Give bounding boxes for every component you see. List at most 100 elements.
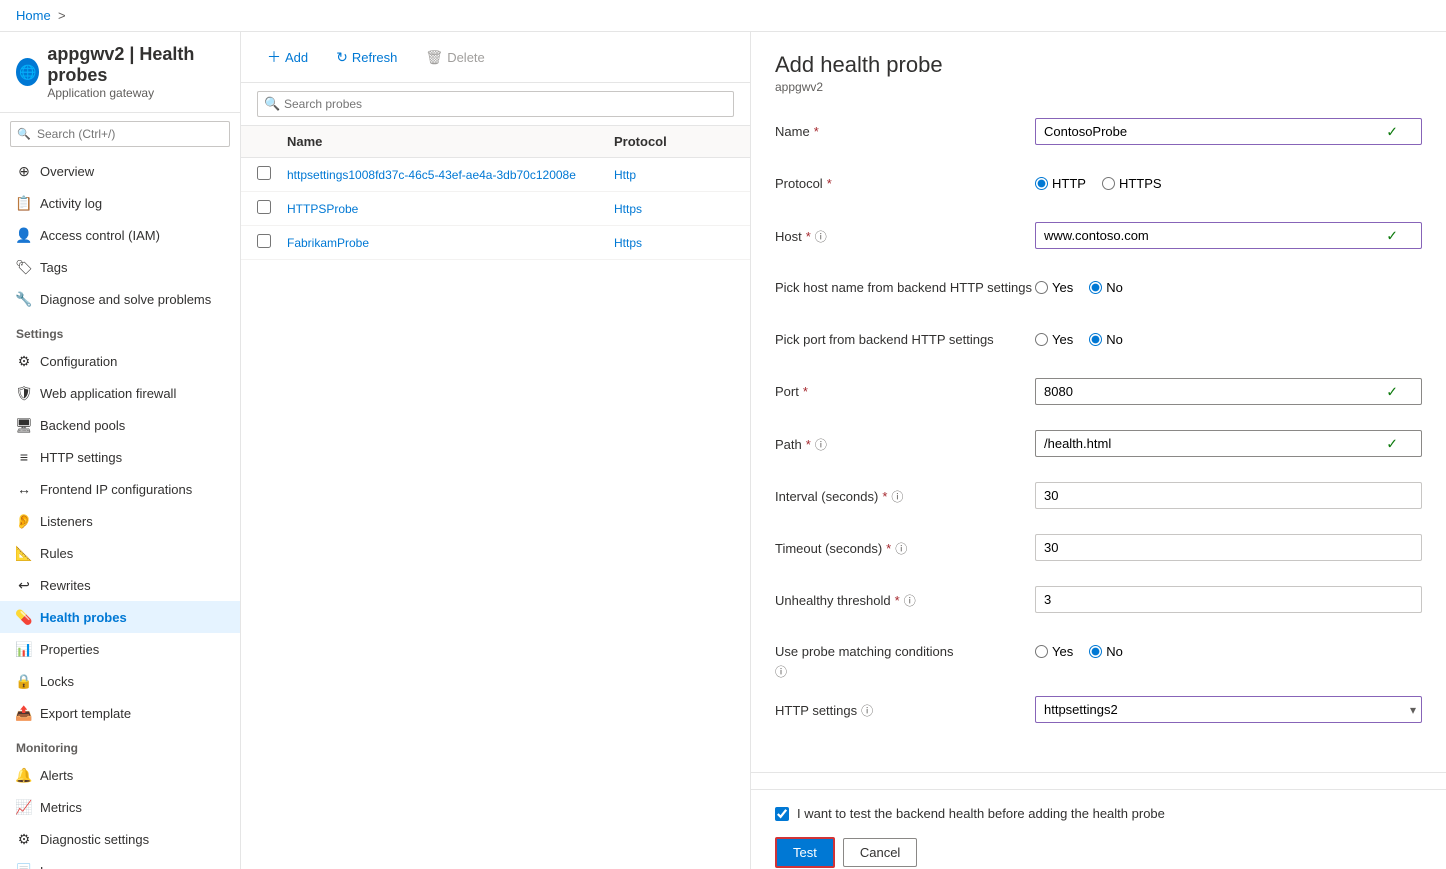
sidebar-item-overview[interactable]: ⊕ Overview [0, 155, 240, 187]
rules-icon: 📐 [16, 545, 32, 561]
form-panel: Add health probe appgwv2 Name * ✓ [751, 32, 1446, 869]
sidebar-item-waf[interactable]: 🛡 Web application firewall [0, 377, 240, 409]
sidebar-item-diagnostic-settings[interactable]: ⚙ Diagnostic settings [0, 823, 240, 855]
probe-name-3[interactable]: FabrikamProbe [287, 236, 369, 250]
port-input[interactable] [1035, 378, 1422, 405]
test-checkbox-label: I want to test the backend health before… [797, 806, 1165, 821]
unhealthy-info-icon: ⓘ [904, 592, 916, 609]
breadcrumb-home[interactable]: Home [16, 8, 51, 23]
probe-name-2[interactable]: HTTPSProbe [287, 202, 358, 216]
diagnose-icon: 🔧 [16, 291, 32, 307]
row-checkbox-1[interactable] [257, 166, 287, 183]
form-row-protocol: Protocol * HTTP HTTPS [775, 170, 1422, 206]
sidebar-item-tags[interactable]: 🏷 Tags [0, 251, 240, 283]
test-button[interactable]: Test [775, 837, 835, 868]
unhealthy-label: Unhealthy threshold * ⓘ [775, 586, 1035, 609]
test-checkbox[interactable] [775, 807, 789, 821]
sidebar-item-health-probes[interactable]: 💊 Health probes [0, 601, 240, 633]
sidebar-nav: ⊕ Overview 📋 Activity log 👤 Access contr… [0, 155, 240, 869]
host-input[interactable] [1035, 222, 1422, 249]
table-row: HTTPSProbe Https [241, 192, 750, 226]
pick-port-label: Pick port from backend HTTP settings [775, 326, 1035, 347]
col-protocol-header: Protocol [614, 134, 734, 149]
delete-icon: 🗑 [425, 49, 443, 66]
form-row-timeout: Timeout (seconds) * ⓘ [775, 534, 1422, 570]
path-label: Path * ⓘ [775, 430, 1035, 453]
content-area: ＋ Add ↻ Refresh 🗑 Delete 🔍 [241, 32, 1446, 869]
pick-host-yes-radio[interactable] [1035, 281, 1048, 294]
protocol-https-option[interactable]: HTTPS [1102, 176, 1162, 191]
probe-matching-no-radio[interactable] [1089, 645, 1102, 658]
properties-icon: 📊 [16, 641, 32, 657]
sidebar-item-logs[interactable]: 📃 Logs [0, 855, 240, 869]
sidebar-item-label: Activity log [40, 196, 102, 211]
pick-port-no-radio[interactable] [1089, 333, 1102, 346]
row-checkbox-2[interactable] [257, 200, 287, 217]
http-settings-label: HTTP settings ⓘ [775, 696, 1035, 719]
protocol-http-option[interactable]: HTTP [1035, 176, 1086, 191]
pick-port-yes-radio[interactable] [1035, 333, 1048, 346]
alerts-icon: 🔔 [16, 767, 32, 783]
toolbar: ＋ Add ↻ Refresh 🗑 Delete [241, 32, 750, 83]
sidebar-item-backend-pools[interactable]: 🖥 Backend pools [0, 409, 240, 441]
table-search-input[interactable] [257, 91, 734, 117]
sidebar-search-input[interactable] [10, 121, 230, 147]
pick-port-yes-option[interactable]: Yes [1035, 332, 1073, 347]
timeout-input[interactable] [1035, 534, 1422, 561]
add-button[interactable]: ＋ Add [257, 42, 318, 72]
sidebar-item-label: Configuration [40, 354, 117, 369]
sidebar-item-listeners[interactable]: 👂 Listeners [0, 505, 240, 537]
unhealthy-input[interactable] [1035, 586, 1422, 613]
sidebar-item-activity-log[interactable]: 📋 Activity log [0, 187, 240, 219]
sidebar-item-rules[interactable]: 📐 Rules [0, 537, 240, 569]
sidebar-item-configuration[interactable]: ⚙ Configuration [0, 345, 240, 377]
frontend-ip-icon: ↔ [16, 481, 32, 497]
tags-icon: 🏷 [16, 259, 32, 275]
http-settings-icon: ≡ [16, 449, 32, 465]
form-row-http-settings: HTTP settings ⓘ httpsettings2 ▾ [775, 696, 1422, 732]
sidebar-item-diagnose[interactable]: 🔧 Diagnose and solve problems [0, 283, 240, 315]
waf-icon: 🛡 [16, 385, 32, 401]
interval-input[interactable] [1035, 482, 1422, 509]
sidebar-item-metrics[interactable]: 📈 Metrics [0, 791, 240, 823]
pick-port-no-option[interactable]: No [1089, 332, 1123, 347]
sidebar: 🌐 appgwv2 | Health probes Application ga… [0, 32, 241, 869]
form-row-name: Name * ✓ [775, 118, 1422, 154]
sidebar-item-rewrites[interactable]: ↩ Rewrites [0, 569, 240, 601]
protocol-https-radio[interactable] [1102, 177, 1115, 190]
sidebar-item-access-control[interactable]: 👤 Access control (IAM) [0, 219, 240, 251]
data-table: Name Protocol httpsettings1008fd37c-46c5… [241, 126, 750, 869]
breadcrumb: Home > [0, 0, 1446, 32]
probe-matching-yes-option[interactable]: Yes [1035, 644, 1073, 659]
sidebar-item-alerts[interactable]: 🔔 Alerts [0, 759, 240, 791]
configuration-icon: ⚙ [16, 353, 32, 369]
pick-host-no-option[interactable]: No [1089, 280, 1123, 295]
probe-matching-no-option[interactable]: No [1089, 644, 1123, 659]
sidebar-item-locks[interactable]: 🔒 Locks [0, 665, 240, 697]
sidebar-item-export-template[interactable]: 📤 Export template [0, 697, 240, 729]
path-input[interactable] [1035, 430, 1422, 457]
sidebar-item-properties[interactable]: 📊 Properties [0, 633, 240, 665]
sidebar-item-label: HTTP settings [40, 450, 122, 465]
sidebar-item-http-settings[interactable]: ≡ HTTP settings [0, 441, 240, 473]
form-row-host: Host * ⓘ ✓ [775, 222, 1422, 258]
row-checkbox-3[interactable] [257, 234, 287, 251]
pick-host-no-radio[interactable] [1089, 281, 1102, 294]
probe-matching-yes-radio[interactable] [1035, 645, 1048, 658]
sidebar-item-label: Logs [40, 864, 68, 869]
sidebar-item-label: Health probes [40, 610, 127, 625]
path-control: ✓ [1035, 430, 1422, 457]
cancel-button[interactable]: Cancel [843, 838, 917, 867]
delete-button[interactable]: 🗑 Delete [415, 44, 494, 71]
sidebar-item-label: Access control (IAM) [40, 228, 160, 243]
protocol-http-radio[interactable] [1035, 177, 1048, 190]
sidebar-item-frontend-ip[interactable]: ↔ Frontend IP configurations [0, 473, 240, 505]
refresh-button[interactable]: ↻ Refresh [326, 44, 407, 71]
sidebar-item-label: Locks [40, 674, 74, 689]
form-title: Add health probe [775, 52, 1422, 78]
probe-name-1[interactable]: httpsettings1008fd37c-46c5-43ef-ae4a-3db… [287, 168, 576, 182]
name-input[interactable] [1035, 118, 1422, 145]
pick-host-yes-option[interactable]: Yes [1035, 280, 1073, 295]
http-settings-select[interactable]: httpsettings2 [1035, 696, 1422, 723]
host-control: ✓ [1035, 222, 1422, 249]
